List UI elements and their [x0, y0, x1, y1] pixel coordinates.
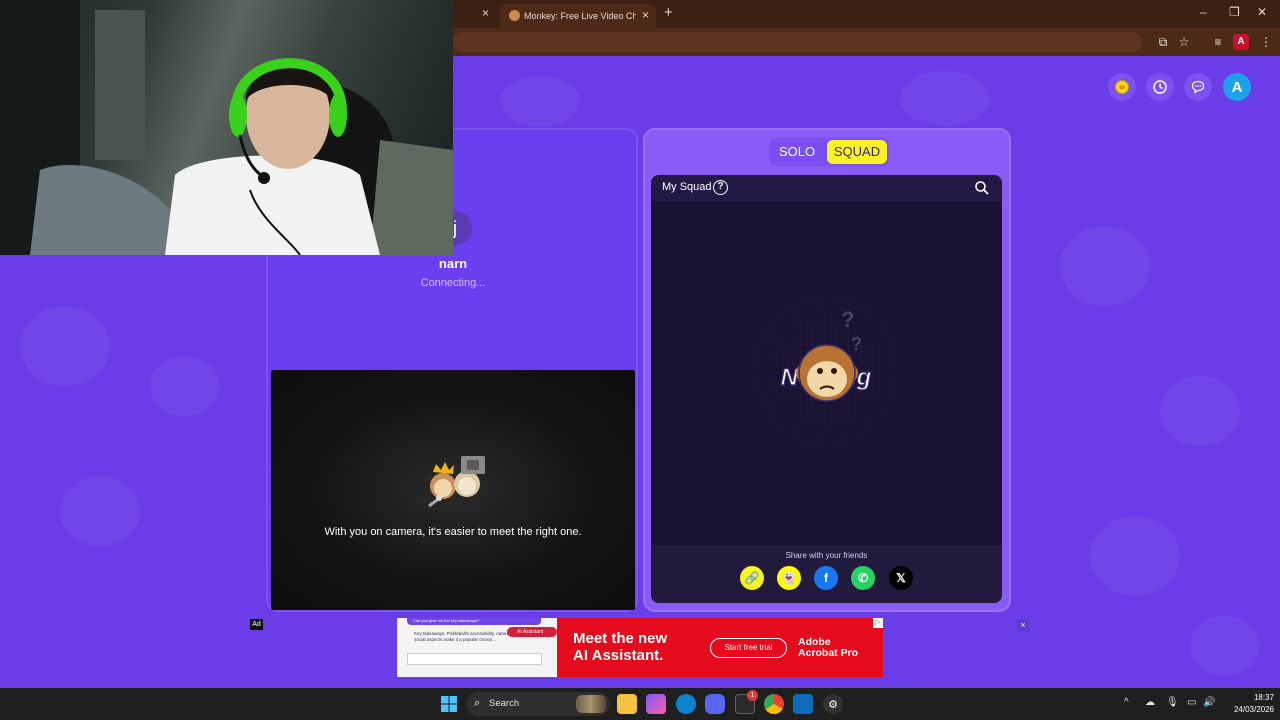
share-bar: Share with your friends 🔗 👻 f ✆ 𝕏 [651, 545, 1002, 603]
tab-close-icon[interactable]: × [482, 6, 489, 20]
search-icon: ⌕ [474, 697, 481, 709]
svg-text:?: ? [841, 307, 854, 332]
ad-headline-line1: Meet the new [573, 630, 668, 647]
ad-brand-line2: Acrobat Pro [798, 647, 859, 659]
monkeys-camera-icon [428, 456, 485, 508]
tab-close-icon[interactable]: × [642, 8, 649, 22]
camera-message: With you on camera, it's easier to meet … [324, 526, 582, 538]
ad-product-screenshot: Can you give me the key takeaways? Key t… [397, 618, 557, 677]
tray-overflow-icon[interactable]: ^ [1124, 697, 1129, 708]
svg-text:?: ? [851, 334, 862, 354]
settings-gear-icon[interactable]: ⚙ [823, 694, 843, 714]
microphone-icon[interactable]: 🎙 [1166, 697, 1179, 708]
ad-label: Ad [250, 619, 263, 630]
store-icon[interactable]: 1 [735, 690, 758, 714]
squad-title: My Squad [662, 181, 712, 193]
ad-input-box [407, 653, 542, 665]
browser-menu-icon[interactable]: ⋮ [1258, 34, 1274, 50]
camera-preview: With you on camera, it's easier to meet … [271, 370, 635, 610]
onedrive-icon[interactable]: ☁ [1145, 697, 1155, 708]
new-tab-button[interactable]: + [664, 4, 673, 21]
my-squad-box: My Squad ? ? ? Nothing Share with your f… [651, 175, 1002, 603]
notification-badge: 1 [747, 690, 758, 701]
discord-icon[interactable] [705, 694, 725, 714]
start-free-trial-button[interactable]: Start free trial [710, 638, 787, 658]
file-explorer-icon[interactable] [617, 694, 637, 714]
bookmark-star-icon[interactable]: ☆ [1176, 34, 1192, 50]
acrobat-extension-icon[interactable]: A [1233, 34, 1249, 50]
tab-title: Monkey: Free Live Video Chat w [524, 11, 636, 21]
share-label: Share with your friends [785, 551, 868, 560]
ad-headline-line2: AI Assistant. [573, 647, 664, 664]
chrome-icon[interactable] [764, 694, 784, 714]
browser-tab-active[interactable]: Monkey: Free Live Video Chat w × [500, 4, 656, 28]
squad-tab[interactable]: SQUAD [827, 140, 887, 164]
ad-headline: Meet the new AI Assistant. [573, 630, 667, 664]
close-window-button[interactable]: ✕ [1257, 5, 1267, 19]
coins-icon[interactable] [1108, 73, 1136, 101]
windows-start-icon[interactable] [439, 694, 459, 714]
webcam-feed [0, 0, 453, 255]
squad-header: My Squad ? [651, 175, 1002, 201]
media-controls-icon[interactable]: ≡ [1210, 34, 1226, 50]
chat-bubble-icon[interactable] [1184, 73, 1212, 101]
ad-chat-question: Can you give me the key takeaways? [407, 618, 541, 625]
history-clock-icon[interactable] [1146, 73, 1174, 101]
network-icon[interactable]: ▭ [1187, 697, 1196, 708]
clock-date[interactable]: 24/03/2026 [1218, 705, 1274, 714]
minimize-button[interactable]: – [1200, 5, 1207, 19]
windows-taskbar: ⌕ Search 1 ⚙ ^ ☁ 🎙 ▭ 🔊 18:37 24/03/2026 [0, 688, 1280, 720]
clock-time[interactable]: 18:37 [1238, 693, 1274, 702]
search-highlight-image [576, 695, 606, 713]
ad-close-button[interactable]: × [1017, 619, 1029, 631]
maximize-button[interactable]: ❐ [1229, 5, 1240, 19]
copy-link-icon[interactable]: 🔗 [740, 566, 764, 590]
search-icon[interactable] [974, 180, 990, 196]
peer-name: narn [438, 256, 468, 271]
taskbar-search[interactable]: ⌕ Search [466, 692, 610, 716]
copilot-icon[interactable] [646, 694, 666, 714]
mail-icon[interactable] [793, 694, 813, 714]
whatsapp-icon[interactable]: ✆ [851, 566, 875, 590]
snapchat-icon[interactable]: 👻 [777, 566, 801, 590]
profile-avatar-button[interactable]: A [1223, 73, 1251, 101]
solo-tab[interactable]: SOLO [772, 140, 822, 164]
monkey-favicon-icon [509, 10, 520, 21]
help-icon[interactable]: ? [713, 180, 728, 195]
facebook-icon[interactable]: f [814, 566, 838, 590]
ad-choices-icon[interactable]: ▷ [873, 618, 883, 628]
edge-icon[interactable] [676, 694, 696, 714]
install-app-icon[interactable]: ⧉ [1155, 34, 1171, 50]
taskbar-search-label: Search [489, 698, 520, 709]
webcam-person-image [0, 0, 453, 255]
nothing-found-illustration: ? ? Nothing [746, 285, 906, 455]
volume-icon[interactable]: 🔊 [1203, 697, 1215, 708]
connection-status: Connecting... [420, 277, 486, 289]
x-twitter-icon[interactable]: 𝕏 [889, 566, 913, 590]
address-bar[interactable] [452, 32, 1142, 52]
ad-assistant-chip: AI Assistant [507, 627, 557, 637]
adobe-ad-banner[interactable]: Can you give me the key takeaways? Key t… [397, 618, 883, 677]
ad-brand: Adobe Acrobat Pro [798, 637, 858, 659]
